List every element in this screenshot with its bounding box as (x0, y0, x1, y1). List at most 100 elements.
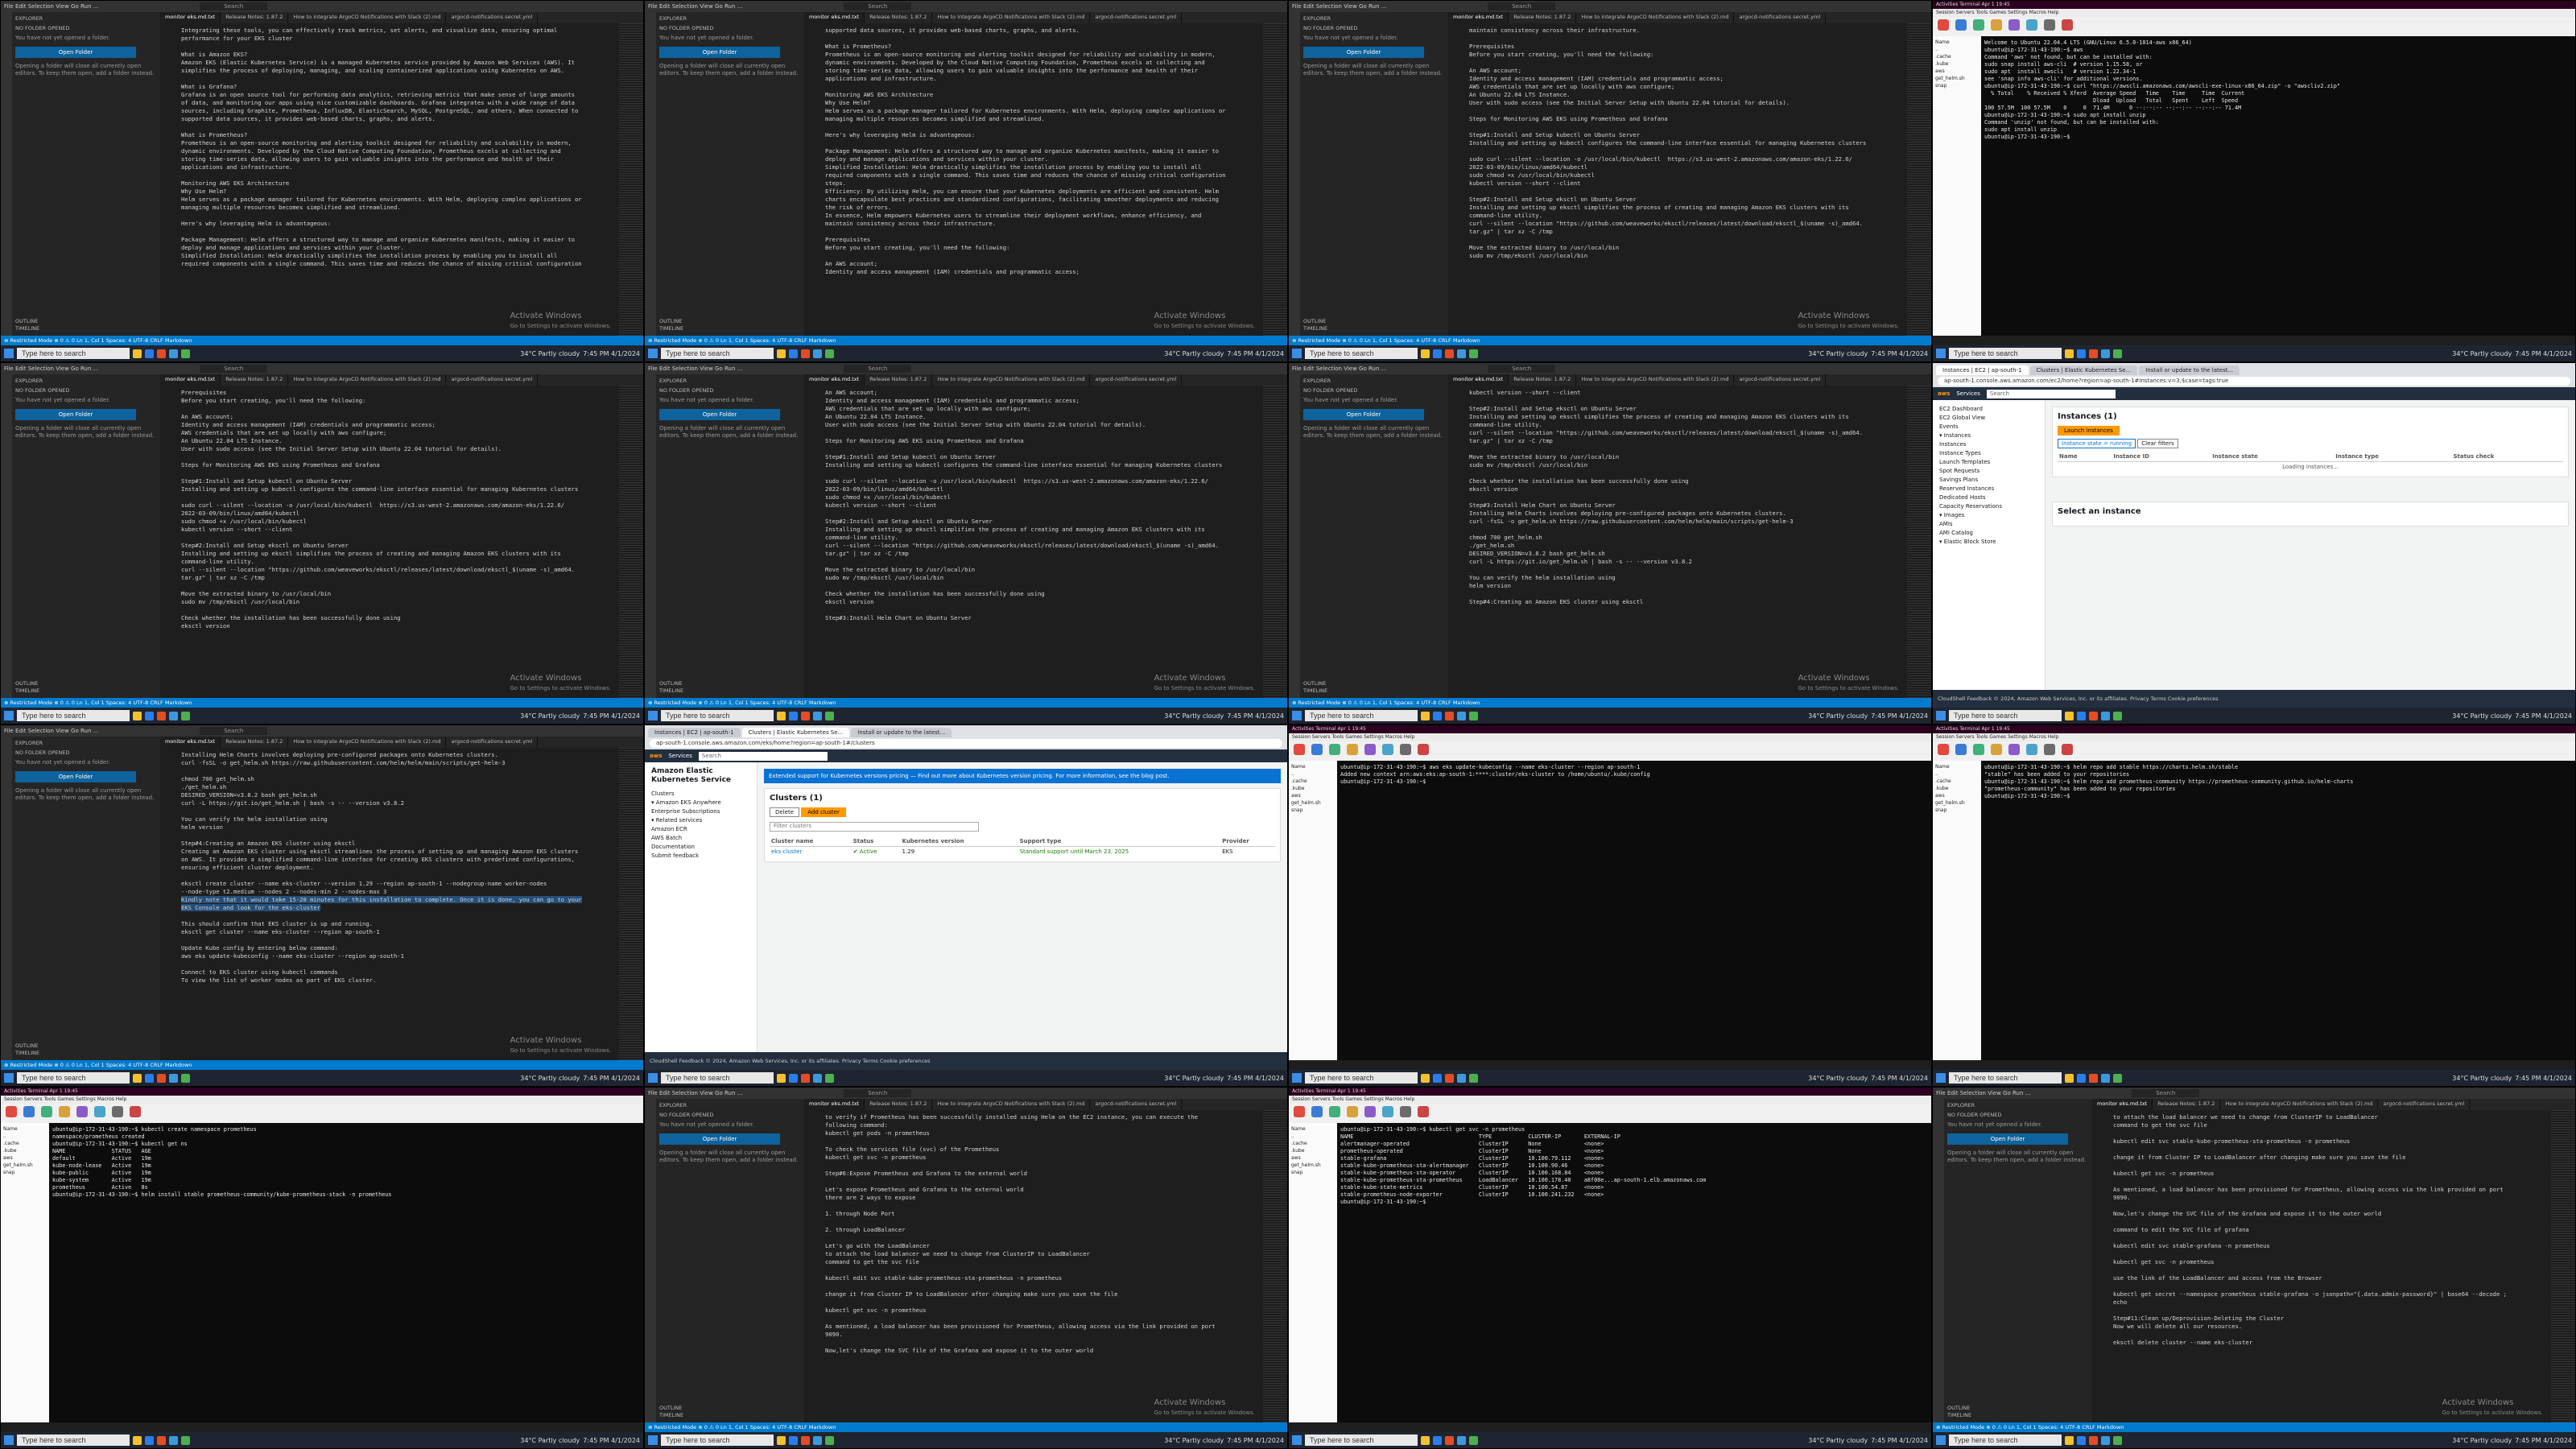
mobaxterm-icon[interactable] (2113, 1073, 2122, 1083)
exit-icon[interactable] (130, 1106, 141, 1117)
windows-start-icon[interactable] (648, 1435, 658, 1445)
weather-widget[interactable]: 34°C Partly cloudy (1164, 1437, 1224, 1444)
windows-start-icon[interactable] (1292, 1073, 1302, 1083)
ec2-nav-item[interactable]: AMIs (1939, 520, 2038, 529)
eks-nav-item[interactable]: ▾ Amazon EKS Anywhere (651, 799, 750, 807)
sftp-file[interactable]: aws (1291, 792, 1335, 799)
vscode-icon[interactable] (169, 711, 178, 720)
taskbar-search[interactable]: Type here to search (1305, 1435, 1418, 1446)
mobaxterm-icon[interactable] (825, 711, 834, 720)
delete-button[interactable]: Delete (770, 807, 799, 817)
vscode-menu[interactable]: File Edit Selection View Go Run ... (648, 1090, 742, 1096)
activity-bar[interactable] (645, 1099, 656, 1422)
taskbar-clock[interactable]: 7:45 PM 4/1/2024 (2515, 350, 2572, 357)
sftp-file[interactable]: .cache (1935, 778, 1979, 785)
chrome-icon[interactable] (157, 1073, 166, 1083)
games-icon[interactable] (1991, 744, 2002, 755)
editor-tab[interactable]: argocd-notifications secret.yml (1734, 12, 1827, 23)
taskbar-clock[interactable]: 7:45 PM 4/1/2024 (583, 350, 640, 357)
editor-tab[interactable]: How to integrate ArgoCD Notifications wi… (2220, 1099, 2379, 1110)
vscode-icon[interactable] (169, 1435, 178, 1445)
timeline-section[interactable]: TIMELINE (1303, 687, 1327, 695)
sftp-file[interactable]: .. (1935, 770, 1979, 778)
exit-icon[interactable] (1418, 744, 1429, 755)
outline-section[interactable]: OUTLINE (659, 680, 683, 687)
mobaxterm-icon[interactable] (825, 1073, 834, 1083)
vscode-icon[interactable] (169, 349, 178, 358)
weather-widget[interactable]: 34°C Partly cloudy (2452, 1437, 2512, 1444)
vscode-icon[interactable] (1457, 711, 1466, 720)
weather-widget[interactable]: 34°C Partly cloudy (520, 712, 580, 720)
sftp-file[interactable]: .cache (1291, 1140, 1335, 1147)
browser-tab[interactable]: Instances | EC2 | ap-south-1 (1936, 365, 2029, 375)
filter-chip[interactable]: Instance state = running (2058, 439, 2136, 448)
browser-tab[interactable]: Clusters | Elastic Kubernetes Se... (2029, 365, 2138, 375)
edge-icon[interactable] (789, 349, 798, 358)
sftp-file[interactable]: aws (1935, 792, 1979, 799)
vscode-menu[interactable]: File Edit Selection View Go Run ... (648, 365, 742, 372)
taskbar-search[interactable]: Type here to search (17, 710, 130, 721)
view-icon[interactable] (94, 1106, 105, 1117)
open-folder-button[interactable]: Open Folder (659, 409, 780, 420)
edge-icon[interactable] (145, 349, 154, 358)
mobaxterm-icon[interactable] (2113, 349, 2122, 358)
open-folder-button[interactable]: Open Folder (659, 1133, 780, 1145)
sessions-icon[interactable] (1364, 1106, 1376, 1117)
sftp-file[interactable]: get_helm.sh (1291, 1162, 1335, 1169)
eks-nav-item[interactable]: ▾ Related services (651, 816, 750, 825)
file-explorer-icon[interactable] (1421, 349, 1430, 358)
vscode-icon[interactable] (1457, 1073, 1466, 1083)
editor-tab[interactable]: Release Notes: 1.87.2 (865, 12, 933, 23)
file-explorer-icon[interactable] (777, 711, 786, 720)
mobaxterm-icon[interactable] (181, 349, 190, 358)
editor-tab[interactable]: argocd-notifications secret.yml (446, 374, 539, 386)
browser-tab[interactable]: Instances | EC2 | ap-south-1 (648, 728, 741, 737)
command-center-search[interactable]: Search (1488, 365, 1556, 373)
editor-tab[interactable]: argocd-notifications secret.yml (2378, 1099, 2471, 1110)
taskbar-search[interactable]: Type here to search (1949, 348, 2062, 359)
editor-tab[interactable]: Release Notes: 1.87.2 (1509, 12, 1577, 23)
editor-tab[interactable]: argocd-notifications secret.yml (1734, 374, 1827, 386)
servers-icon[interactable] (1955, 744, 1967, 755)
editor-tab[interactable]: monitor eks.md.txt (804, 12, 865, 23)
chrome-icon[interactable] (1445, 711, 1454, 720)
chrome-icon[interactable] (801, 349, 810, 358)
edge-icon[interactable] (145, 1073, 154, 1083)
chrome-icon[interactable] (157, 711, 166, 720)
games-icon[interactable] (1991, 19, 2002, 31)
editor-tab[interactable]: How to integrate ArgoCD Notifications wi… (932, 1099, 1091, 1110)
ec2-nav-item[interactable]: Spot Requests (1939, 467, 2038, 476)
exit-icon[interactable] (2062, 744, 2073, 755)
vscode-menu[interactable]: File Edit Selection View Go Run ... (1292, 365, 1386, 372)
chrome-icon[interactable] (1445, 1073, 1454, 1083)
open-folder-button[interactable]: Open Folder (1303, 47, 1424, 58)
windows-start-icon[interactable] (1936, 711, 1946, 720)
vscode-icon[interactable] (813, 711, 822, 720)
view-icon[interactable] (1382, 1106, 1393, 1117)
taskbar-clock[interactable]: 7:45 PM 4/1/2024 (1227, 350, 1284, 357)
column-header[interactable]: Instance state (2211, 452, 2334, 462)
mobaxterm-menu[interactable]: Session Servers Tools Games Settings Mac… (1, 1096, 643, 1104)
ec2-nav-item[interactable]: ▾ Elastic Block Store (1939, 538, 2038, 547)
ec2-nav-item[interactable]: ▾ Images (1939, 511, 2038, 520)
edge-icon[interactable] (145, 1435, 154, 1445)
vscode-icon[interactable] (2101, 1073, 2110, 1083)
vscode-menu[interactable]: File Edit Selection View Go Run ... (1292, 3, 1386, 10)
sftp-file[interactable]: .kube (1935, 60, 1979, 68)
open-folder-button[interactable]: Open Folder (15, 47, 136, 58)
markdown-editor[interactable]: to attach the load balancer we need to c… (2092, 1110, 2551, 1422)
aws-logo[interactable]: aws (650, 753, 662, 759)
taskbar-clock[interactable]: 7:45 PM 4/1/2024 (1227, 1075, 1284, 1082)
edge-icon[interactable] (789, 1435, 798, 1445)
filter-clusters-input[interactable]: Filter clusters (770, 822, 979, 832)
sftp-file[interactable]: .kube (3, 1147, 47, 1154)
session-icon[interactable] (6, 1106, 17, 1117)
taskbar-search[interactable]: Type here to search (661, 710, 774, 721)
games-icon[interactable] (1347, 744, 1358, 755)
sftp-file[interactable]: .. (1291, 770, 1335, 778)
vscode-icon[interactable] (2101, 1435, 2110, 1445)
file-explorer-icon[interactable] (1421, 1435, 1430, 1445)
ssh-terminal[interactable]: ubuntu@ip-172-31-43-190:~$ kubectl get s… (1337, 1123, 1931, 1422)
servers-icon[interactable] (1311, 1106, 1323, 1117)
tools-icon[interactable] (41, 1106, 52, 1117)
